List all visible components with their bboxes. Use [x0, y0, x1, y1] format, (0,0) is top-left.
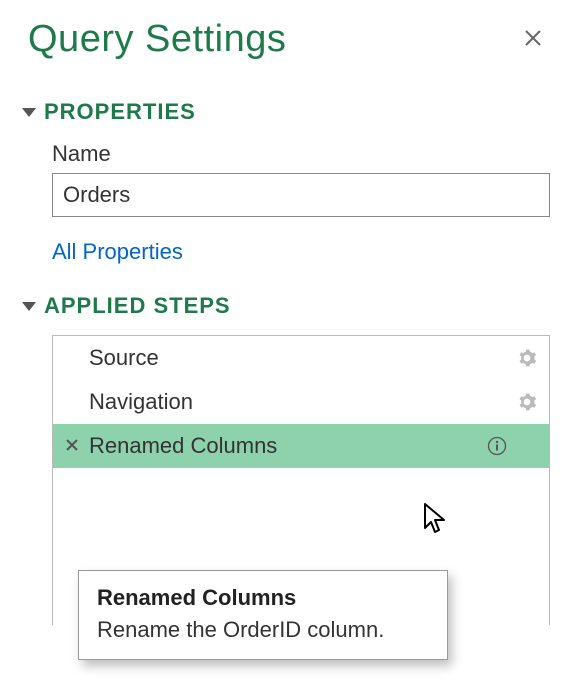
step-renamed-columns[interactable]: Renamed Columns	[53, 424, 549, 468]
info-icon[interactable]	[487, 436, 507, 456]
applied-steps-heading: APPLIED STEPS	[44, 293, 231, 319]
panel-header: Query Settings	[28, 18, 549, 61]
query-name-input[interactable]	[52, 173, 550, 217]
panel-title: Query Settings	[28, 18, 286, 61]
tooltip-description: Rename the OrderID column.	[97, 617, 429, 643]
step-label: Navigation	[83, 389, 517, 415]
applied-steps-header[interactable]: APPLIED STEPS	[28, 293, 549, 319]
close-icon[interactable]	[517, 24, 549, 55]
tooltip-title: Renamed Columns	[97, 585, 429, 611]
collapse-arrow-icon	[22, 108, 36, 117]
properties-body: Name All Properties	[28, 141, 549, 265]
delete-step-icon[interactable]	[61, 436, 83, 457]
gear-icon[interactable]	[517, 348, 537, 368]
collapse-arrow-icon	[22, 302, 36, 311]
properties-section: PROPERTIES Name All Properties	[28, 99, 549, 265]
properties-heading: PROPERTIES	[44, 99, 196, 125]
step-label: Renamed Columns	[83, 433, 487, 459]
gear-icon[interactable]	[517, 392, 537, 412]
all-properties-link[interactable]: All Properties	[52, 239, 183, 265]
name-field-label: Name	[52, 141, 549, 167]
step-tooltip: Renamed Columns Rename the OrderID colum…	[78, 570, 448, 660]
properties-header[interactable]: PROPERTIES	[28, 99, 549, 125]
step-navigation[interactable]: ✕ Navigation	[53, 380, 549, 424]
step-source[interactable]: ✕ Source	[53, 336, 549, 380]
query-settings-panel: Query Settings PROPERTIES Name All Prope…	[0, 0, 577, 625]
step-label: Source	[83, 345, 517, 371]
